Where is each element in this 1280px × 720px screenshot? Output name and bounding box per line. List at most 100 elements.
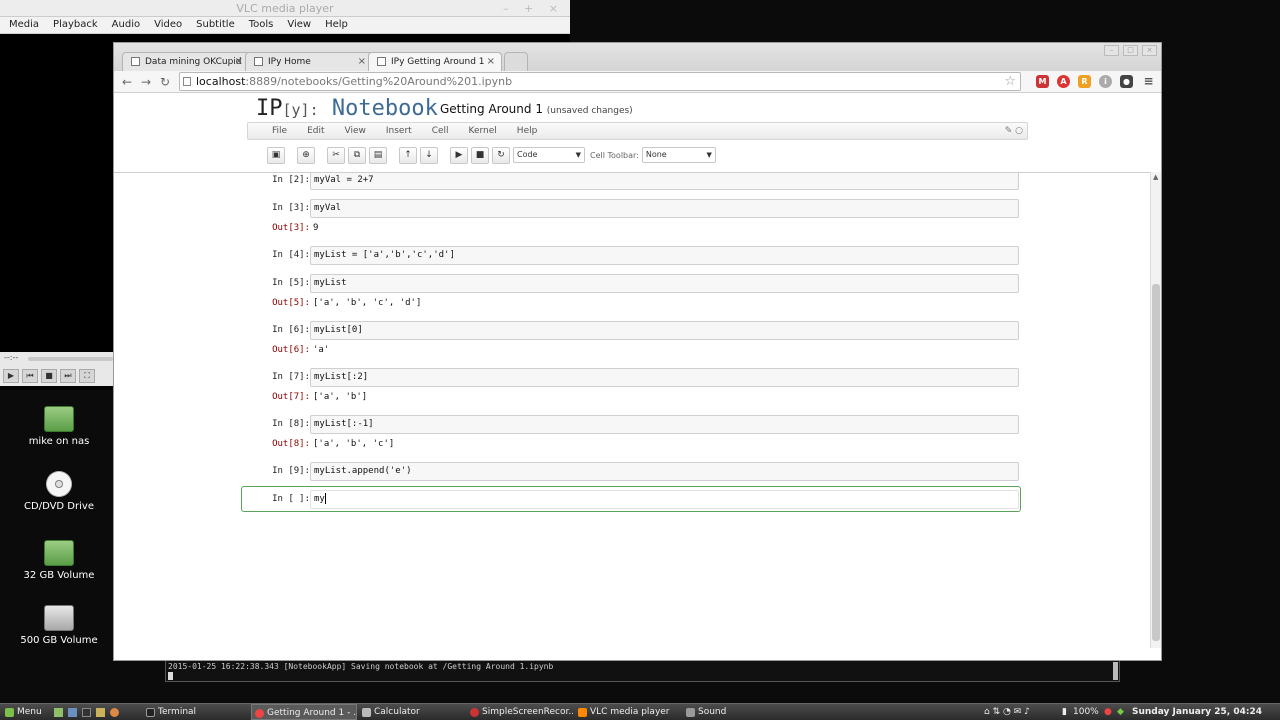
code-input[interactable]: myList[:-1]	[310, 415, 1019, 434]
desktop-icon-cd-dvd[interactable]: CD/DVD Drive	[14, 471, 104, 512]
reload-icon[interactable]: ↻	[157, 74, 173, 90]
terminal-scrollbar[interactable]	[1113, 662, 1118, 680]
files-icon[interactable]	[96, 708, 105, 717]
desktop-icon-500gb-volume[interactable]: 500 GB Volume	[14, 605, 104, 646]
new-tab-button[interactable]	[504, 52, 528, 71]
update-icon[interactable]: ●	[1104, 704, 1112, 720]
notebook-name[interactable]: Getting Around 1	[440, 102, 543, 116]
incognito-icon[interactable]: ●	[1120, 75, 1133, 88]
taskbar-label: Terminal	[158, 707, 197, 717]
code-input-active[interactable]: my	[310, 490, 1019, 509]
play-icon[interactable]: ▶	[3, 369, 19, 383]
vlc-menu-view[interactable]: View	[287, 17, 311, 33]
back-icon[interactable]: ←	[119, 74, 135, 90]
scroll-thumb[interactable]	[1152, 284, 1160, 641]
move-up-icon[interactable]: ↑	[399, 146, 417, 164]
desktop-icon-mike-on-nas[interactable]: mike on nas	[14, 406, 104, 447]
record-icon	[470, 708, 479, 717]
forward-icon[interactable]: →	[138, 74, 154, 90]
restart-icon[interactable]: ↻	[492, 146, 510, 164]
tab-ipy-home[interactable]: IPy Home ×	[245, 52, 373, 71]
start-menu-button[interactable]: Menu	[2, 704, 52, 720]
settings-icon[interactable]	[68, 708, 77, 717]
taskbar-item-terminal[interactable]: Terminal	[143, 704, 249, 720]
menu-view[interactable]: View	[345, 123, 366, 139]
vlc-menu-help[interactable]: Help	[325, 17, 348, 33]
fullscreen-icon[interactable]: ⛶	[79, 369, 95, 383]
interrupt-icon[interactable]: ■	[471, 146, 489, 164]
adblock-icon[interactable]: A	[1057, 75, 1070, 88]
cut-icon[interactable]: ✂	[327, 146, 345, 164]
close-icon[interactable]: ×	[487, 53, 495, 71]
rss-icon[interactable]: R	[1078, 75, 1091, 88]
code-input[interactable]: myVal = 2+7	[310, 173, 1019, 190]
taskbar-item-calculator[interactable]: Calculator	[359, 704, 465, 720]
code-input[interactable]: myList[:2]	[310, 368, 1019, 387]
menu-kernel[interactable]: Kernel	[469, 123, 497, 139]
code-input[interactable]: myList = ['a','b','c','d']	[310, 246, 1019, 265]
input-prompt: In [7]:	[272, 372, 310, 382]
taskbar-item-vlc[interactable]: VLC media player	[575, 704, 681, 720]
menu-insert[interactable]: Insert	[386, 123, 412, 139]
vlc-menu-video[interactable]: Video	[154, 17, 182, 33]
battery-icon[interactable]: ▮	[1062, 704, 1067, 720]
menu-cell[interactable]: Cell	[432, 123, 449, 139]
terminal-window[interactable]: 2015-01-25 16:22:38.343 [NotebookApp] Sa…	[165, 660, 1120, 682]
gmail-icon[interactable]: M	[1036, 75, 1049, 88]
tab-getting-around[interactable]: IPy Getting Around 1 ×	[368, 52, 502, 71]
taskbar-item-sound[interactable]: Sound	[683, 704, 789, 720]
maximize-icon[interactable]: □	[1123, 45, 1138, 56]
next-icon[interactable]: ⏭	[60, 369, 76, 383]
vlc-seekbar[interactable]: --:--	[0, 352, 113, 366]
address-bar[interactable]: localhost:8889/notebooks/Getting%20Aroun…	[179, 72, 1021, 91]
tab-strip: Data mining OKCupid × IPy Home × IPy Get…	[114, 43, 1161, 71]
vlc-menu-subtitle[interactable]: Subtitle	[196, 17, 235, 33]
browser-toolbar: ← → ↻ localhost:8889/notebooks/Getting%2…	[114, 71, 1161, 93]
clock[interactable]: Sunday January 25, 04:24 PM	[1132, 704, 1280, 720]
previous-icon[interactable]: ⏮	[22, 369, 38, 383]
cell-toolbar-value: None	[645, 150, 667, 159]
stop-icon[interactable]: ■	[41, 369, 57, 383]
paste-icon[interactable]: ▤	[369, 146, 387, 164]
insert-cell-icon[interactable]: ⊕	[297, 146, 315, 164]
vlc-menu-audio[interactable]: Audio	[112, 17, 140, 33]
tab-okcupid[interactable]: Data mining OKCupid ×	[122, 52, 250, 71]
cell-toolbar-select[interactable]: None ▼	[641, 147, 716, 163]
notebook-scrollbar[interactable]: ▲	[1150, 172, 1161, 648]
desktop-icon-32gb-volume[interactable]: 32 GB Volume	[14, 540, 104, 581]
copy-icon[interactable]: ⧉	[348, 146, 366, 164]
vlc-menu-tools[interactable]: Tools	[249, 17, 274, 33]
taskbar-item-chrome[interactable]: Getting Around 1 - ...	[251, 704, 357, 720]
terminal-launcher-icon[interactable]	[82, 708, 91, 717]
notebook-title[interactable]: Getting Around 1 (unsaved changes)	[440, 102, 633, 116]
code-input[interactable]: myVal	[310, 199, 1019, 218]
taskbar-item-screenrecorder[interactable]: SimpleScreenRecor...	[467, 704, 573, 720]
vlc-menu-media[interactable]: Media	[9, 17, 39, 33]
save-icon[interactable]: ▣	[267, 146, 285, 164]
move-down-icon[interactable]: ↓	[420, 146, 438, 164]
vlc-seek-track[interactable]	[28, 357, 113, 361]
scroll-up-icon[interactable]: ▲	[1153, 173, 1158, 181]
shield-icon[interactable]: ◆	[1117, 704, 1124, 720]
tray-icons[interactable]: ⌂ ⇅ ◔ ✉ ♪	[984, 704, 1030, 720]
code-input[interactable]: myList.append('e')	[310, 462, 1019, 481]
close-window-icon[interactable]: ×	[1142, 45, 1157, 56]
menu-help[interactable]: Help	[517, 123, 538, 139]
run-icon[interactable]: ▶	[450, 146, 468, 164]
menu-file[interactable]: File	[272, 123, 287, 139]
menu-edit[interactable]: Edit	[307, 123, 324, 139]
bookmark-star-icon[interactable]: ☆	[1004, 73, 1016, 90]
chrome-launcher-icon[interactable]	[110, 708, 119, 717]
code-input[interactable]: myList	[310, 274, 1019, 293]
cell-type-select[interactable]: Code ▼	[513, 147, 585, 163]
minimize-icon[interactable]: –	[1104, 45, 1119, 56]
ipython-logo[interactable]: IP[y]: Notebook	[256, 96, 438, 121]
menu-icon[interactable]: ≡	[1142, 75, 1155, 88]
show-desktop-icon[interactable]	[54, 708, 63, 717]
code-input[interactable]: myList[0]	[310, 321, 1019, 340]
vlc-window-controls[interactable]: – + ×	[503, 0, 564, 17]
vlc-menu-playback[interactable]: Playback	[53, 17, 98, 33]
close-icon[interactable]: ×	[358, 53, 366, 71]
extension-icon[interactable]: i	[1099, 75, 1112, 88]
close-icon[interactable]: ×	[235, 53, 243, 71]
